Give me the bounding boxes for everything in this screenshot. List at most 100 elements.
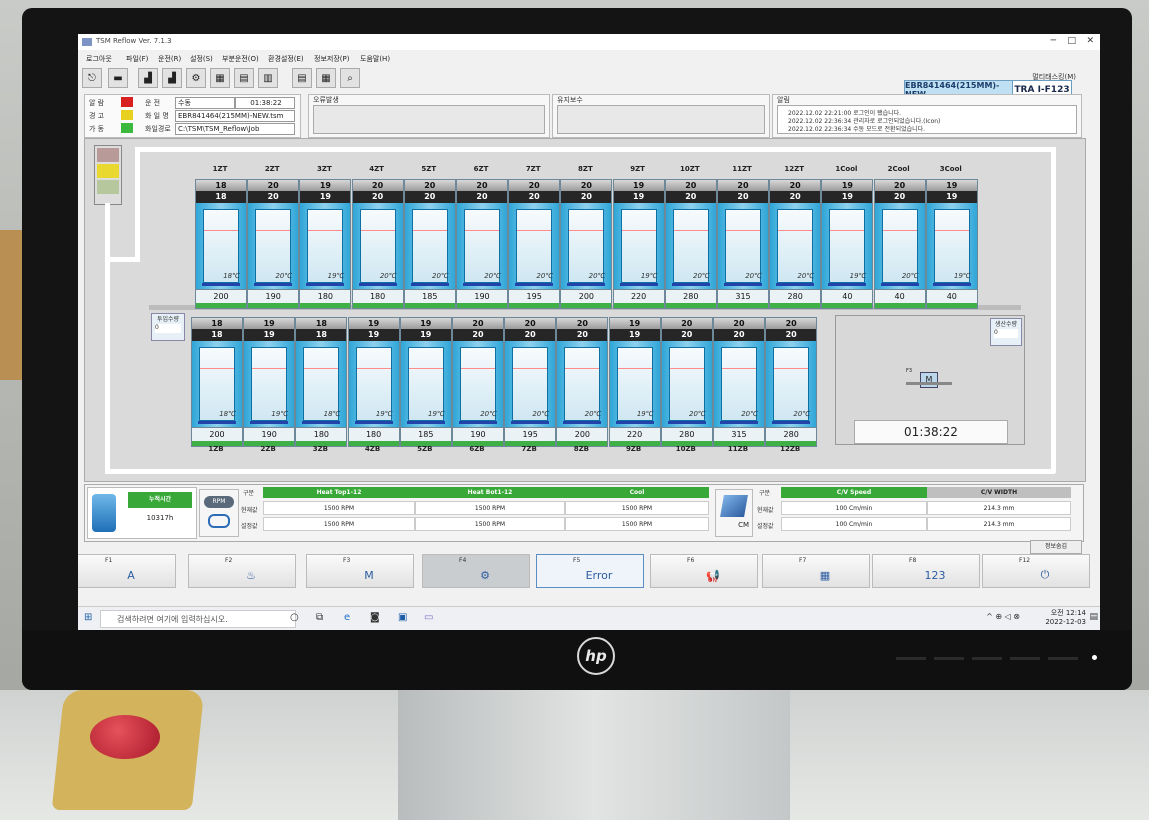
- function-key-f2[interactable]: F2 ♨: [188, 554, 296, 588]
- heater-zone[interactable]: 19 19 19℃ 40: [925, 179, 978, 309]
- zone-set-value[interactable]: 185: [400, 427, 451, 441]
- function-key-f5[interactable]: F5 Error: [536, 554, 644, 588]
- heater-zone[interactable]: 18 18 18℃ 180: [295, 317, 348, 447]
- chart-icon[interactable]: ▤: [234, 68, 254, 88]
- menu-file[interactable]: 파일(F): [126, 54, 148, 64]
- folder-icon[interactable]: ▬: [108, 68, 128, 88]
- function-key-f4[interactable]: F4 ⚙: [422, 554, 530, 588]
- tray-icons[interactable]: ^ ⊕ ◁ ⊗: [986, 612, 1020, 621]
- oven-run-icon[interactable]: ▟: [162, 68, 182, 88]
- report-icon[interactable]: ▤: [292, 68, 312, 88]
- gear-icon[interactable]: ⚙: [186, 68, 206, 88]
- zone-set-value[interactable]: 40: [822, 289, 873, 303]
- heater-zone[interactable]: 20 20 20℃ 280: [769, 179, 822, 309]
- menu-settings[interactable]: 설정(S): [190, 54, 213, 64]
- zone-set-value[interactable]: 280: [661, 427, 712, 441]
- reflow-taskbar-icon[interactable]: ▭: [424, 612, 433, 623]
- windows-start-icon[interactable]: ⊞: [84, 612, 92, 623]
- heater-zone[interactable]: 20 20 20℃ 200: [556, 317, 609, 447]
- error-list[interactable]: [313, 105, 545, 134]
- maximize-button[interactable]: □: [1067, 36, 1076, 46]
- heater-zone[interactable]: 20 20 20℃ 195: [504, 317, 557, 447]
- heater-zone[interactable]: 19 19 19℃ 40: [821, 179, 874, 309]
- magnifier-icon[interactable]: ⌕: [340, 68, 360, 88]
- function-key-f1[interactable]: F1 A: [78, 554, 176, 588]
- heater-zone[interactable]: 18 18 18℃ 200: [191, 317, 243, 447]
- zone-set-value[interactable]: 190: [453, 427, 503, 441]
- zone-set-value[interactable]: 185: [404, 289, 455, 303]
- grid-icon[interactable]: ▦: [210, 68, 230, 88]
- function-key-f7[interactable]: F7 ▦: [762, 554, 870, 588]
- heater-zone[interactable]: 20 20 20℃ 280: [664, 179, 717, 309]
- taskbar-search-input[interactable]: 검색하려면 여기에 입력하십시오.: [100, 610, 296, 628]
- heater-zone[interactable]: 18 18 18℃ 200: [195, 179, 247, 309]
- zone-set-value[interactable]: 280: [766, 427, 817, 441]
- zone-set-value[interactable]: 180: [352, 289, 403, 303]
- zone-set-value[interactable]: 180: [348, 427, 399, 441]
- zone-set-value[interactable]: 220: [609, 427, 660, 441]
- app-taskbar-icon[interactable]: ▣: [398, 612, 407, 623]
- heater-zone[interactable]: 20 20 20℃ 195: [508, 179, 561, 309]
- oven-icon[interactable]: ▟: [138, 68, 158, 88]
- zone-set-value[interactable]: 190: [248, 289, 299, 303]
- zone-set-value[interactable]: 200: [561, 289, 612, 303]
- input-count-value[interactable]: 0: [155, 324, 181, 333]
- alarm-list[interactable]: 2022.12.02 22:21:00 로그인이 됐습니다. 2022.12.0…: [777, 105, 1077, 134]
- heater-zone[interactable]: 20 20 20℃ 180: [351, 179, 404, 309]
- hide-info-button[interactable]: 정보숨김: [1030, 540, 1082, 554]
- zone-set-value[interactable]: 195: [509, 289, 560, 303]
- heater-zone[interactable]: 19 19 19℃ 180: [347, 317, 400, 447]
- zone-set-value[interactable]: 180: [296, 427, 347, 441]
- close-button[interactable]: ✕: [1086, 36, 1094, 46]
- zone-set-value[interactable]: 315: [714, 427, 764, 441]
- menu-run[interactable]: 운전(R): [158, 54, 181, 64]
- photos-icon[interactable]: ◙: [370, 612, 380, 623]
- zone-set-value[interactable]: 190: [244, 427, 295, 441]
- heater-zone[interactable]: 19 19 19℃ 185: [399, 317, 452, 447]
- heater-zone[interactable]: 20 20 20℃ 280: [660, 317, 713, 447]
- heater-zone[interactable]: 19 19 19℃ 220: [608, 317, 661, 447]
- heater-zone[interactable]: 20 20 20℃ 315: [713, 317, 765, 447]
- function-key-f6[interactable]: F6 📢 ON: [650, 554, 758, 588]
- zone-set-value[interactable]: 40: [874, 289, 925, 303]
- menu-help[interactable]: 도움말(H): [360, 54, 390, 64]
- zone-set-value[interactable]: 280: [665, 289, 716, 303]
- maintenance-list[interactable]: [557, 105, 765, 134]
- zone-set-value[interactable]: 200: [192, 427, 242, 441]
- heater-zone[interactable]: 19 19 19℃ 180: [299, 179, 352, 309]
- heater-zone[interactable]: 20 20 20℃ 280: [765, 317, 818, 447]
- minimize-button[interactable]: ─: [1051, 36, 1056, 46]
- edge-icon[interactable]: e: [344, 612, 350, 623]
- zone-set-value[interactable]: 220: [613, 289, 664, 303]
- menu-save-info[interactable]: 정보저장(P): [314, 54, 349, 64]
- heater-zone[interactable]: 19 19 19℃ 220: [612, 179, 665, 309]
- cortana-icon[interactable]: ○: [290, 612, 299, 623]
- zone-set-value[interactable]: 195: [505, 427, 556, 441]
- manual-mode-indicator[interactable]: F3 M: [906, 368, 952, 388]
- function-key-f8[interactable]: F8 123: [872, 554, 980, 588]
- function-key-f12[interactable]: F12 ⏻: [982, 554, 1090, 588]
- document-icon[interactable]: ▦: [316, 68, 336, 88]
- heater-zone[interactable]: 20 20 20℃ 200: [560, 179, 613, 309]
- menu-environment[interactable]: 환경설정(E): [268, 54, 304, 64]
- heater-zone[interactable]: 20 20 20℃ 190: [452, 317, 504, 447]
- zone-set-value[interactable]: 200: [557, 427, 608, 441]
- zone-set-value[interactable]: 315: [718, 289, 768, 303]
- menu-partial-run[interactable]: 부분운전(O): [222, 54, 259, 64]
- profile-icon[interactable]: ▥: [258, 68, 278, 88]
- output-count-value[interactable]: 0: [994, 329, 1018, 338]
- heater-zone[interactable]: 20 20 20℃ 185: [403, 179, 456, 309]
- task-view-icon[interactable]: ⧉: [316, 612, 323, 623]
- heater-zone[interactable]: 20 20 20℃ 40: [873, 179, 926, 309]
- heater-zone[interactable]: 20 20 20℃ 190: [456, 179, 508, 309]
- heater-zone[interactable]: 19 19 19℃ 190: [243, 317, 296, 447]
- zone-set-value[interactable]: 190: [457, 289, 507, 303]
- function-key-f3[interactable]: F3 M: [306, 554, 414, 588]
- zone-set-value[interactable]: 180: [300, 289, 351, 303]
- menu-logout[interactable]: 로그아웃: [86, 54, 112, 64]
- notification-icon[interactable]: ▤: [1089, 612, 1098, 622]
- zone-set-value[interactable]: 40: [926, 289, 977, 303]
- logout-tool-icon[interactable]: ⎋: [82, 68, 102, 88]
- heater-zone[interactable]: 20 20 20℃ 190: [247, 179, 300, 309]
- heater-zone[interactable]: 20 20 20℃ 315: [717, 179, 769, 309]
